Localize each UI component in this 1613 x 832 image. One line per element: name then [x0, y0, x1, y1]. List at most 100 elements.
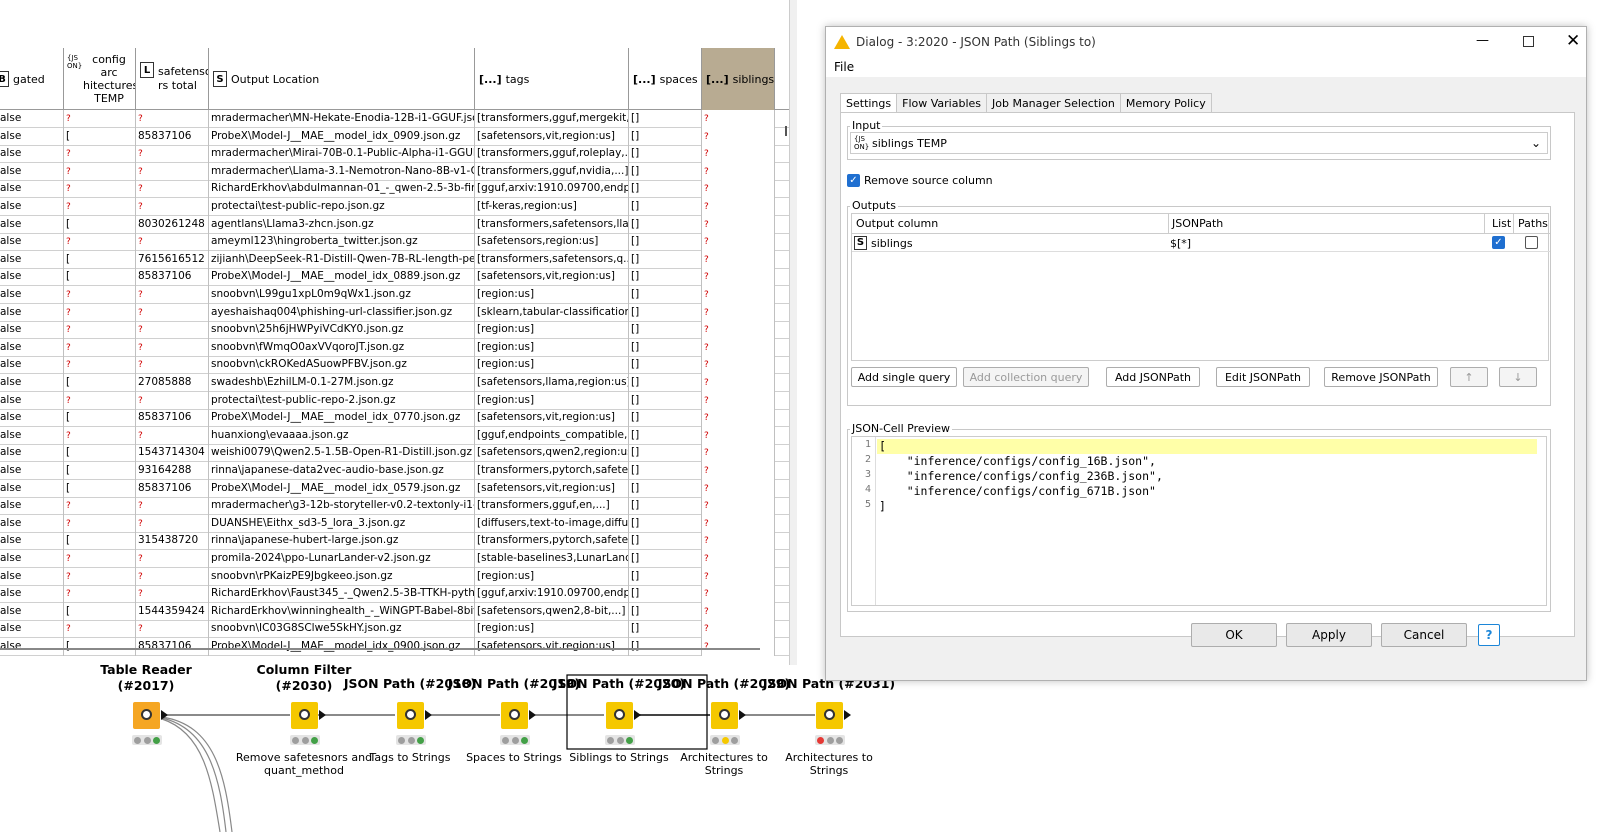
workflow-canvas[interactable]: Table Reader (#2017) Column Filter (#2030… — [0, 662, 1613, 832]
list-checkbox[interactable]: ✓ — [1492, 236, 1505, 249]
tab-flow-variables[interactable]: Flow Variables — [896, 93, 987, 113]
header-siblings[interactable]: [...] siblings — [702, 48, 775, 110]
header-gated[interactable]: Bgated — [0, 48, 64, 110]
table-cell: huanxiong\evaaaa.json.gz — [211, 428, 349, 441]
table-row[interactable]: alse [7615616512 zijianh\DeepSeek-R1-Disti… — [0, 250, 790, 269]
table-row[interactable]: alse?? snoobvn\ckROKedASuowPFBV.json.gz [r… — [0, 356, 790, 375]
output-port-icon[interactable] — [161, 710, 168, 720]
table-row[interactable]: alse?? RichardErkhov\abdulmannan-01_-_qwe… — [0, 180, 790, 199]
table-row[interactable]: alse?? protectai\test-public-repo-2.json.… — [0, 391, 790, 410]
table-reader-icon[interactable] — [133, 702, 160, 729]
output-column-value[interactable]: siblings — [871, 237, 913, 250]
table-row[interactable]: alse [1544359424 RichardErkhov\winningheal… — [0, 602, 790, 621]
table-row[interactable]: alse?? snoobvn\25h6jHWPyiVCdKY0.json.gz [r… — [0, 321, 790, 340]
table-row[interactable]: alse?? mradermacher\g3-12b-storyteller-v0… — [0, 497, 790, 516]
header-output-location[interactable]: S Output Location — [209, 48, 475, 110]
tab-memory-policy[interactable]: Memory Policy — [1119, 93, 1212, 113]
json-type-icon: {JS ON} — [67, 54, 83, 70]
json-path-icon[interactable] — [711, 702, 738, 729]
workflow-node[interactable]: Table Reader (#2017) — [56, 660, 236, 694]
json-path-icon[interactable] — [397, 702, 424, 729]
line-gutter: 1 2 3 4 5 — [852, 437, 876, 605]
table-row[interactable]: alse?? protectai\test-public-repo.json.gz… — [0, 198, 790, 216]
dialog-titlebar[interactable]: Dialog - 3:2020 - JSON Path (Siblings to… — [826, 27, 1586, 57]
add-jsonpath-button[interactable]: Add JSONPath — [1106, 367, 1200, 387]
edit-jsonpath-button[interactable]: Edit JSONPath — [1216, 367, 1310, 387]
add-single-query-button[interactable]: Add single query — [851, 367, 957, 387]
header-spaces[interactable]: [...] spaces — [629, 48, 702, 110]
table-row[interactable]: alse [85837106 ProbeX\Model-J__MAE__model_… — [0, 479, 790, 498]
horizontal-scrollbar[interactable] — [0, 648, 760, 650]
vertical-scrollbar[interactable] — [785, 126, 787, 136]
cancel-button[interactable]: Cancel — [1381, 623, 1467, 647]
table-row[interactable]: alse?? mradermacher\Llama-3.1-Nemotron-Na… — [0, 162, 790, 181]
move-down-button[interactable]: ↓ — [1499, 367, 1537, 387]
table-row[interactable]: alse [85837106 ProbeX\Model-J__MAE__model_… — [0, 409, 790, 428]
list-type-icon: [...] — [633, 72, 656, 86]
column-filter-icon[interactable] — [291, 702, 318, 729]
tab-settings[interactable]: Settings — [840, 93, 898, 113]
json-path-icon[interactable] — [501, 702, 528, 729]
table-row[interactable]: alse?? snoobvn\fWmqO0axVVqoroJT.json.gz [r… — [0, 338, 790, 357]
header-tags[interactable]: [...] tags — [475, 48, 629, 110]
table-cell: rinna\japanese-data2vec-audio-base.json.… — [211, 464, 444, 476]
apply-button[interactable]: Apply — [1286, 623, 1372, 647]
remove-source-checkbox[interactable]: ✓ Remove source column — [847, 174, 993, 187]
header-safetensors-total[interactable]: Lsafetenso rs total — [136, 48, 209, 110]
table-row[interactable]: alse?? snoobvn\rPKaizPE9Jbgkeeo.json.gz [r… — [0, 567, 790, 586]
table-row[interactable]: alse?? huanxiong\evaaaa.json.gz [gguf,endp… — [0, 426, 790, 445]
ok-button[interactable]: OK — [1191, 623, 1277, 647]
table-row[interactable]: alse?? mradermacher\MN-Hekate-Enodia-12B-… — [0, 110, 790, 128]
json-path-icon[interactable] — [816, 702, 843, 729]
table-row[interactable]: alse?? snoobvn\IC03G8SClwe5SkHY.json.gz [r… — [0, 620, 790, 639]
table-row[interactable]: alse?? RichardErkhov\Faust345_-_Qwen2.5-3… — [0, 585, 790, 604]
table-row[interactable]: alse?? mradermacher\Mirai-70B-0.1-Public-… — [0, 145, 790, 164]
table-cell: ? — [704, 483, 709, 494]
paths-checkbox[interactable] — [1525, 236, 1538, 249]
menu-file[interactable]: File — [826, 57, 1586, 77]
table-row[interactable]: alse [8030261248 agentlans\Llama3-zhcn.jso… — [0, 215, 790, 234]
help-icon[interactable]: ? — [1478, 624, 1500, 646]
json-path-icon[interactable] — [606, 702, 633, 729]
table-row[interactable]: alse?? snoobvn\L99gu1xpL0m9qWx1.json.gz [r… — [0, 286, 790, 304]
table-row[interactable]: alse [27085888 swadeshb\EzhilLM-0.1-27M.js… — [0, 374, 790, 392]
output-port-icon[interactable] — [739, 710, 746, 720]
table-row[interactable]: alse [85837106 ProbeX\Model-J__MAE__model_… — [0, 127, 790, 146]
table-row[interactable]: alse [315438720 rinna\japanese-hubert-larg… — [0, 532, 790, 551]
remove-jsonpath-button[interactable]: Remove JSONPath — [1324, 367, 1438, 387]
output-row[interactable]: S siblings $[*] ✓ — [852, 234, 1550, 252]
table-cell: [diffusers,text-to-image,diffu... — [477, 516, 629, 529]
json-preview-editor[interactable]: 1 2 3 4 5 [ "inference/configs/config_16B.js… — [851, 436, 1547, 606]
header-config-architectures[interactable]: {JS ON} config arc hitectures TEMP — [64, 48, 136, 110]
table-row[interactable]: alse?? ameyml123\hingroberta_twitter.json… — [0, 233, 790, 252]
jsonpath-value[interactable]: $[*] — [1170, 237, 1191, 250]
table-row[interactable]: alse [85837106 ProbeX\Model-J__MAE__model_… — [0, 638, 790, 656]
preview-group: JSON-Cell Preview 1 2 3 4 5 [ "inference/con… — [847, 422, 1551, 612]
panel-divider[interactable] — [789, 0, 797, 665]
output-port-icon[interactable] — [529, 710, 536, 720]
data-table[interactable]: Bgated {JS ON}config arc hitectures TEMP… — [0, 48, 790, 656]
output-port-icon[interactable] — [425, 710, 432, 720]
output-port-icon[interactable] — [319, 710, 326, 720]
table-cell: ? — [704, 290, 709, 300]
table-cell: [] — [631, 340, 640, 353]
output-port-icon[interactable] — [634, 710, 641, 720]
table-cell: alse — [0, 446, 22, 459]
table-cell: alse — [0, 411, 22, 424]
input-column-select[interactable]: {JS ON} siblings TEMP ⌄ — [850, 132, 1548, 154]
minimize-icon[interactable]: — — [1476, 34, 1489, 47]
table-cell: [] — [631, 499, 640, 512]
table-row[interactable]: alse [1543714304 weishi0079\Qwen2.5-1.5B-O… — [0, 444, 790, 463]
add-collection-query-button[interactable]: Add collection query — [963, 367, 1089, 387]
table-row[interactable]: alse?? promila-2024\ppo-LunarLander-v2.js… — [0, 550, 790, 568]
table-row[interactable]: alse?? ayeshaishaq004\phishing-url-classi… — [0, 303, 790, 322]
close-icon[interactable]: ✕ — [1566, 31, 1580, 51]
tab-job-manager[interactable]: Job Manager Selection — [986, 93, 1121, 113]
maximize-icon[interactable] — [1523, 36, 1534, 47]
output-port-icon[interactable] — [844, 710, 851, 720]
table-row[interactable]: alse [85837106 ProbeX\Model-J__MAE__model_… — [0, 268, 790, 287]
table-row[interactable]: alse?? DUANSHE\Eithx_sd3-5_lora_3.json.gz… — [0, 514, 790, 533]
table-row[interactable]: alse [93164288 rinna\japanese-data2vec-aud… — [0, 462, 790, 480]
move-up-button[interactable]: ↑ — [1450, 367, 1488, 387]
table-cell: [ — [66, 446, 71, 459]
